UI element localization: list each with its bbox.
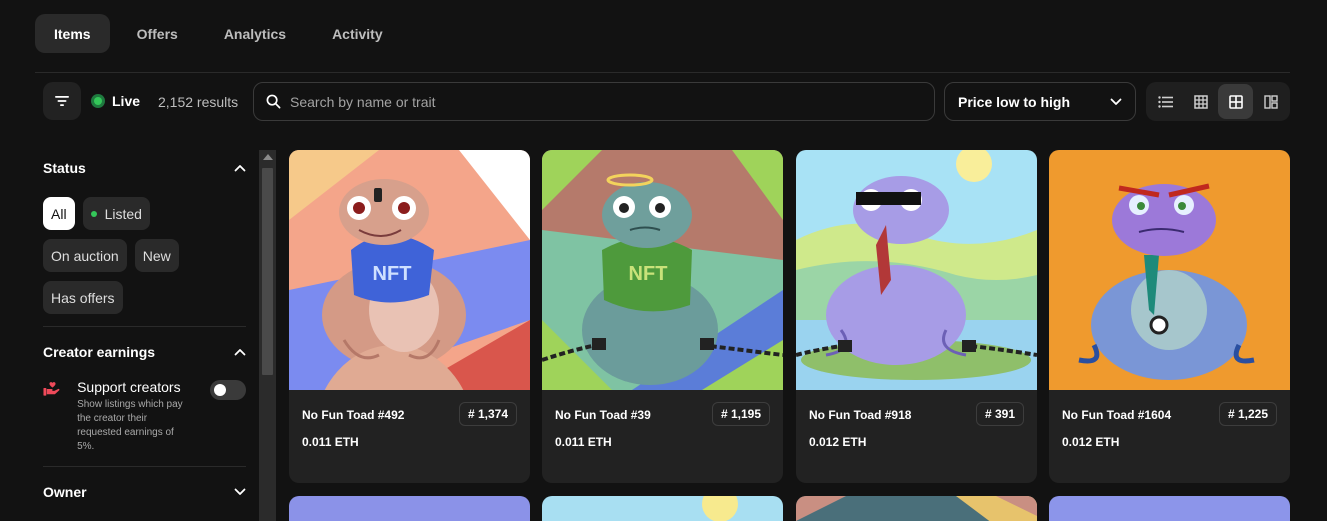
- compact-grid-button[interactable]: [1183, 84, 1218, 119]
- status-pills-row: All Listed: [43, 197, 246, 230]
- tab-activity[interactable]: Activity: [313, 14, 402, 53]
- nft-image[interactable]: [1049, 150, 1290, 390]
- nft-card[interactable]: No Fun Toad #918 # 391 0.012 ETH: [796, 150, 1037, 483]
- nft-price: 0.012 ETH: [1062, 435, 1120, 449]
- rarity-rank-badge: # 1,195: [711, 402, 770, 426]
- sort-label: Price low to high: [958, 93, 1071, 110]
- filter-icon: [55, 96, 69, 106]
- owner-title: Owner: [43, 484, 87, 500]
- nft-card[interactable]: [289, 496, 530, 521]
- nft-card[interactable]: [542, 496, 783, 521]
- nft-card[interactable]: [1049, 496, 1290, 521]
- chevron-up-icon: [234, 165, 246, 172]
- heart-hand-icon: [43, 382, 60, 396]
- creator-earnings-header[interactable]: Creator earnings: [43, 334, 246, 370]
- section-divider: [43, 326, 246, 327]
- rarity-rank-badge: # 1,374: [458, 402, 517, 426]
- nft-card[interactable]: NFT No Fun Toad #39 # 1,195 0.011 ETH: [542, 150, 783, 483]
- toad-artwork-image: NFT: [542, 150, 783, 390]
- status-pill-new[interactable]: New: [134, 239, 179, 272]
- tab-offers[interactable]: Offers: [118, 14, 197, 53]
- sidebar-scrollbar-thumb[interactable]: [262, 168, 273, 375]
- collection-tabs: Items Offers Analytics Activity: [35, 14, 402, 53]
- nft-image[interactable]: NFT: [289, 150, 530, 390]
- tabs-divider: [35, 72, 1290, 73]
- chevron-down-icon: [234, 488, 246, 495]
- view-mode-switcher: [1146, 82, 1290, 121]
- nft-card[interactable]: [796, 496, 1037, 521]
- status-title: Status: [43, 160, 86, 176]
- nft-image[interactable]: NFT: [542, 150, 783, 390]
- filter-toggle-button[interactable]: [43, 82, 81, 120]
- status-pills-row: On auction New: [43, 239, 246, 272]
- toad-artwork-image: [1049, 150, 1290, 390]
- live-status-icon: [91, 94, 105, 108]
- status-pill-all[interactable]: All: [43, 197, 75, 230]
- nft-card[interactable]: No Fun Toad #1604 # 1,225 0.012 ETH: [1049, 150, 1290, 483]
- shirt-text: NFT: [373, 263, 412, 285]
- list-view-button[interactable]: [1148, 84, 1183, 119]
- nft-price: 0.012 ETH: [809, 435, 867, 449]
- nft-image[interactable]: [796, 150, 1037, 390]
- large-grid-icon: [1228, 94, 1243, 109]
- list-view-icon: [1158, 95, 1173, 108]
- large-grid-button[interactable]: [1218, 84, 1253, 119]
- support-creators-description: Show listings which pay the creator thei…: [77, 399, 183, 452]
- owner-section-header[interactable]: Owner: [43, 474, 246, 510]
- nft-image: [702, 496, 738, 521]
- nft-name: No Fun Toad #918: [809, 408, 912, 422]
- nft-name: No Fun Toad #1604: [1062, 408, 1172, 422]
- search-input[interactable]: [290, 93, 890, 110]
- support-creators-title: Support creators: [77, 379, 181, 395]
- support-creators-option: Support creators Show listings which pay…: [43, 379, 246, 454]
- support-creators-toggle[interactable]: [209, 380, 246, 400]
- gallery-view-icon: [1263, 94, 1278, 109]
- nft-name: No Fun Toad #492: [302, 408, 405, 422]
- search-bar[interactable]: [253, 82, 935, 121]
- nft-name: No Fun Toad #39: [555, 408, 651, 422]
- listed-dot-icon: [90, 210, 97, 217]
- gallery-view-button[interactable]: [1253, 84, 1288, 119]
- status-section-header[interactable]: Status: [43, 150, 246, 186]
- status-pill-has-offers[interactable]: Has offers: [43, 281, 123, 314]
- live-indicator[interactable]: Live: [91, 93, 140, 109]
- compact-grid-icon: [1193, 94, 1208, 109]
- toad-artwork-image: NFT: [289, 150, 530, 390]
- toad-artwork-image: [796, 150, 1037, 390]
- status-pills-row: Has offers: [43, 281, 246, 314]
- rarity-rank-badge: # 1,225: [1218, 402, 1277, 426]
- chevron-up-icon: [234, 349, 246, 356]
- status-pill-listed-label: Listed: [104, 205, 142, 222]
- creator-earnings-title: Creator earnings: [43, 344, 156, 360]
- nft-price: 0.011 ETH: [555, 435, 612, 449]
- results-count: 2,152 results: [158, 94, 239, 110]
- status-pill-listed[interactable]: Listed: [82, 197, 150, 230]
- nft-price: 0.011 ETH: [302, 435, 359, 449]
- scroll-up-icon[interactable]: [263, 154, 273, 160]
- rarity-rank-badge: # 391: [975, 402, 1024, 426]
- nft-card[interactable]: NFT No Fun Toad #492 # 1,374 0.011 ETH: [289, 150, 530, 483]
- tab-items[interactable]: Items: [35, 14, 110, 53]
- tab-analytics[interactable]: Analytics: [205, 14, 305, 53]
- section-divider: [43, 466, 246, 467]
- chevron-down-icon: [1110, 98, 1122, 105]
- sort-dropdown[interactable]: Price low to high: [944, 82, 1136, 121]
- live-label: Live: [112, 93, 141, 109]
- search-icon: [266, 94, 281, 109]
- filter-sidebar: Status All Listed On auction New Has off…: [43, 150, 246, 510]
- nft-image: [796, 496, 1037, 521]
- shirt-text: NFT: [629, 263, 668, 285]
- status-pill-on-auction[interactable]: On auction: [43, 239, 127, 272]
